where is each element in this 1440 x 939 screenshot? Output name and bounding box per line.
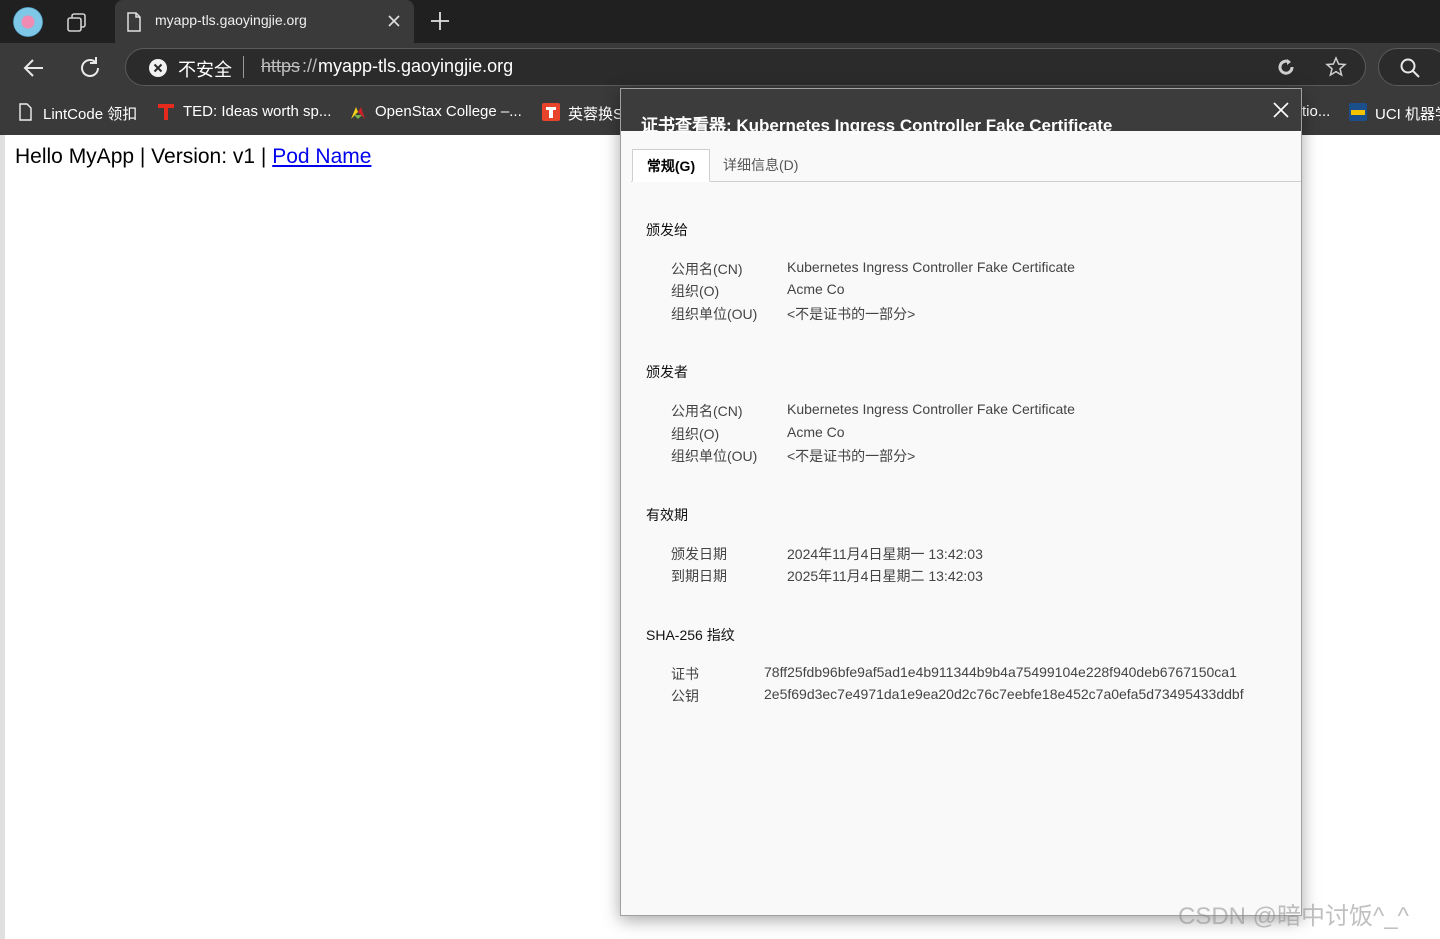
security-label[interactable]: 不安全 [178, 56, 232, 82]
expiry-date-label: 到期日期 [671, 568, 727, 584]
url-host: myapp-tls.gaoyingjie.org [318, 56, 514, 76]
bookmark-label: LintCode 领扣 [43, 106, 138, 123]
issued-to-cn-label: 公用名(CN) [671, 261, 743, 277]
bookmark-label: TED: Ideas worth sp... [183, 103, 332, 120]
close-tab-icon[interactable] [385, 12, 403, 30]
issue-date-label: 颁发日期 [671, 546, 727, 562]
watermark: CSDN @暗中讨饭^_^ [1178, 903, 1409, 930]
issued-by-ou-label: 组织单位(OU) [671, 448, 758, 464]
profile-avatar[interactable] [13, 7, 43, 37]
issued-to-ou-label: 组织单位(OU) [671, 306, 758, 322]
address-bar[interactable]: 不安全 https :// myapp-tls.gaoyingjie.org [125, 48, 1366, 86]
bookmark-ted[interactable]: TED: Ideas worth sp... [157, 102, 332, 124]
bookmark-label: tio... [1302, 103, 1331, 120]
page-content: Hello MyApp | Version: v1 | Pod Name [15, 145, 371, 169]
tab-details[interactable]: 详细信息(D) [723, 149, 798, 180]
window-edge [0, 135, 5, 939]
edge-refresh-icon[interactable] [1275, 56, 1297, 78]
workspaces-icon[interactable] [64, 9, 90, 35]
address-divider [243, 56, 244, 78]
new-tab-icon[interactable] [428, 9, 452, 33]
reload-icon[interactable] [77, 55, 103, 81]
file-icon [19, 103, 32, 121]
issued-to-o-label: 组织(O) [671, 283, 720, 299]
dialog-tabs: 常规(G) 详细信息(D) [631, 149, 1301, 182]
issued-by-ou-value: <不是证书的一部分> [787, 448, 916, 464]
cert-fingerprint-value: 78ff25fdb96bfe9af5ad1e4b911344b9b4a75499… [764, 664, 1237, 680]
fingerprints-heading: SHA-256 指纹 [646, 627, 735, 643]
bookmark-label: OpenStax College –... [375, 103, 522, 120]
issued-to-ou-value: <不是证书的一部分> [787, 306, 916, 322]
pubkey-fingerprint-label: 公钥 [671, 688, 699, 704]
expiry-date-value: 2025年11月4日星期二 13:42:03 [787, 568, 983, 584]
issued-to-heading: 颁发给 [646, 222, 688, 238]
issued-to-o-value: Acme Co [787, 281, 845, 297]
ted-icon [158, 104, 174, 120]
bookmark-openstax[interactable]: OpenStax College –... [349, 102, 524, 124]
translate-icon [542, 103, 560, 121]
certificate-viewer-dialog: 证书查看器: Kubernetes Ingress Controller Fak… [620, 88, 1302, 916]
uci-icon [1349, 103, 1367, 121]
tab-title: myapp-tls.gaoyingjie.org [155, 12, 307, 28]
pubkey-fingerprint-value: 2e5f69d3ec7e4971da1e9ea20d2c76c7eebfe18e… [764, 686, 1244, 702]
dialog-titlebar: 证书查看器: Kubernetes Ingress Controller Fak… [621, 89, 1301, 135]
issue-date-value: 2024年11月4日星期一 13:42:03 [787, 546, 983, 562]
issued-to-cn-value: Kubernetes Ingress Controller Fake Certi… [787, 259, 1075, 275]
bookmark-lintcode[interactable]: LintCode 领扣 [17, 102, 142, 124]
search-button[interactable] [1378, 48, 1440, 86]
cert-fingerprint-label: 证书 [671, 666, 699, 682]
search-icon [1400, 58, 1420, 78]
validity-heading: 有效期 [646, 507, 688, 523]
issued-by-cn-label: 公用名(CN) [671, 403, 743, 419]
favorite-star-icon[interactable] [1325, 56, 1347, 78]
tab-active[interactable]: myapp-tls.gaoyingjie.org [115, 0, 414, 43]
issued-by-cn-value: Kubernetes Ingress Controller Fake Certi… [787, 401, 1075, 417]
not-secure-icon[interactable] [148, 58, 168, 78]
bookmark-label: 英蓉换S [568, 106, 620, 123]
bookmark-translate[interactable]: 英蓉换S [542, 102, 620, 124]
issued-by-o-label: 组织(O) [671, 426, 720, 442]
openstax-icon [351, 107, 365, 119]
page-icon [127, 12, 141, 32]
issued-by-o-value: Acme Co [787, 424, 845, 440]
close-icon[interactable] [1271, 100, 1291, 120]
page-text: Hello MyApp | Version: v1 | [15, 145, 273, 168]
url-scheme: https [261, 56, 301, 76]
back-icon[interactable] [21, 55, 47, 81]
dialog-title: 证书查看器: Kubernetes Ingress Controller Fak… [641, 116, 1113, 135]
tab-general[interactable]: 常规(G) [632, 149, 710, 182]
toolbar: 不安全 https :// myapp-tls.gaoyingjie.org [0, 43, 1440, 92]
tab-bar: myapp-tls.gaoyingjie.org [0, 0, 1440, 43]
issued-by-heading: 颁发者 [646, 364, 688, 380]
bookmark-uci[interactable]: UCI 机器学 [1349, 102, 1440, 124]
url-scheme-separator: :// [302, 56, 318, 76]
pod-name-link[interactable]: Pod Name [272, 145, 371, 168]
bookmark-label: UCI 机器学 [1375, 106, 1440, 123]
